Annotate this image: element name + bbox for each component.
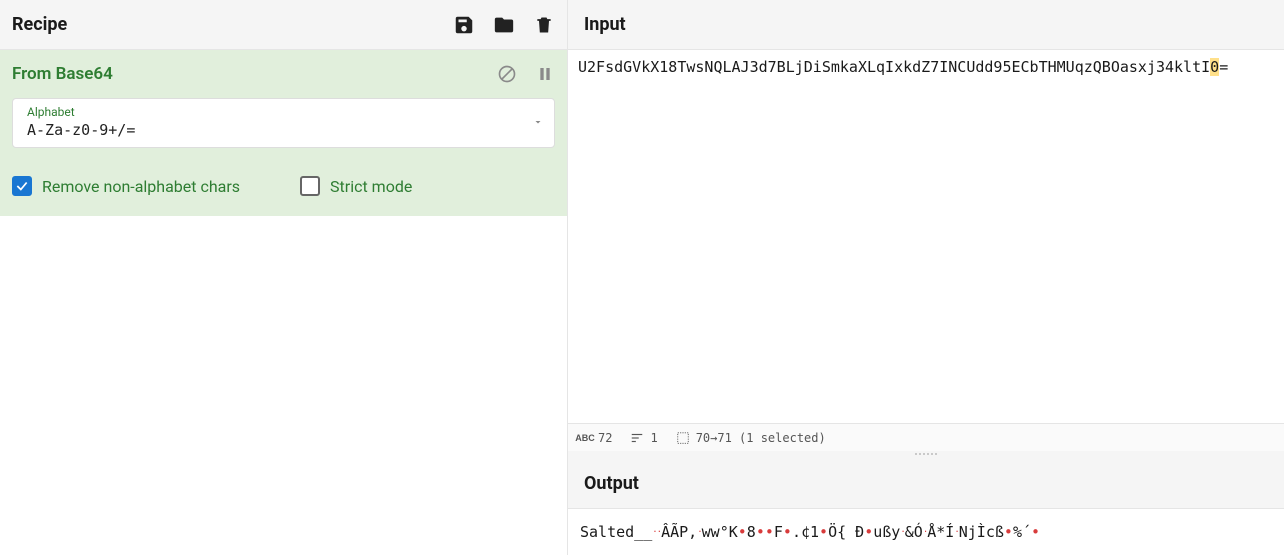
selection-icon — [676, 431, 690, 445]
output-segment: ·· — [652, 528, 661, 538]
output-segment: • — [738, 523, 747, 541]
pause-icon[interactable] — [535, 64, 555, 84]
input-text-after: = — [1219, 58, 1228, 76]
output-segment: • — [1031, 523, 1040, 541]
output-segment: ÂÃP, — [661, 523, 697, 541]
status-lines-value: 1 — [650, 431, 657, 445]
recipe-panel: Recipe From Base64 — [0, 0, 568, 555]
output-segment: %´ — [1013, 523, 1031, 541]
alphabet-select[interactable]: Alphabet A-Za-z0-9+/= — [12, 98, 555, 148]
alphabet-value: A-Za-z0-9+/= — [27, 121, 135, 139]
operation-title: From Base64 — [12, 64, 113, 84]
input-title: Input — [584, 14, 626, 35]
chevron-down-icon — [532, 116, 544, 128]
output-segment: Ö{ Ð — [828, 523, 864, 541]
save-icon[interactable] — [453, 14, 475, 36]
remove-non-alphabet-checkbox[interactable]: Remove non-alphabet chars — [12, 176, 240, 196]
status-lines: 1 — [630, 431, 657, 445]
checkbox-unchecked-icon — [300, 176, 320, 196]
trash-icon[interactable] — [533, 14, 555, 36]
status-selection: 70→71 (1 selected) — [676, 431, 826, 445]
status-length-value: 72 — [598, 431, 612, 445]
output-segment: Salted__ — [580, 523, 652, 541]
output-segment: • — [783, 523, 792, 541]
output-segment: ww°K — [702, 523, 738, 541]
operation-header: From Base64 — [12, 64, 555, 84]
output-segment: &Ó — [905, 523, 923, 541]
output-segment: .¢1 — [792, 523, 819, 541]
remove-non-alphabet-label: Remove non-alphabet chars — [42, 177, 240, 196]
checkbox-checked-icon — [12, 176, 32, 196]
strict-mode-checkbox[interactable]: Strict mode — [300, 176, 412, 196]
input-statusbar: ABC 72 1 70→71 (1 selected) — [568, 423, 1284, 451]
operation-actions — [497, 64, 555, 84]
output-segment: 8 — [747, 523, 756, 541]
folder-icon[interactable] — [493, 14, 515, 36]
output-segment: • — [1004, 523, 1013, 541]
input-text-before: U2FsdGVkX18TwsNQLAJ3d7BLjDiSmkaXLqIxkdZ7… — [578, 58, 1210, 76]
strict-mode-label: Strict mode — [330, 177, 412, 196]
resize-grip[interactable] — [568, 451, 1284, 459]
operation-from-base64: From Base64 Alphabet A-Za-z0-9+/= — [0, 50, 567, 216]
output-segment: • — [864, 523, 873, 541]
input-selection: 0 — [1210, 58, 1219, 76]
output-segment: •• — [756, 523, 774, 541]
lines-icon — [630, 431, 644, 445]
output-segment: ußy — [873, 523, 900, 541]
recipe-header-actions — [453, 14, 555, 36]
output-segment: F — [774, 523, 783, 541]
output-segment: NjÌcß — [959, 523, 1004, 541]
input-header: Input — [568, 0, 1284, 50]
status-length: ABC 72 — [578, 431, 612, 445]
output-header: Output — [568, 459, 1284, 509]
output-segment: Å*Í — [927, 523, 954, 541]
io-panel: Input U2FsdGVkX18TwsNQLAJ3d7BLjDiSmkaXLq… — [568, 0, 1284, 555]
input-textarea[interactable]: U2FsdGVkX18TwsNQLAJ3d7BLjDiSmkaXLqIxkdZ7… — [568, 50, 1284, 423]
output-segment: • — [819, 523, 828, 541]
alphabet-label: Alphabet — [27, 105, 135, 119]
disable-icon[interactable] — [497, 64, 517, 84]
output-textarea[interactable]: Salted__··ÂÃP,·ww°K•8••F•.¢1•Ö{ Ð•ußy·&Ó… — [568, 509, 1284, 555]
recipe-title: Recipe — [12, 14, 67, 35]
output-title: Output — [584, 473, 639, 494]
abc-icon: ABC — [578, 431, 592, 445]
operation-options: Remove non-alphabet chars Strict mode — [12, 176, 555, 196]
recipe-header: Recipe — [0, 0, 567, 50]
status-selection-value: 70→71 (1 selected) — [696, 431, 826, 445]
